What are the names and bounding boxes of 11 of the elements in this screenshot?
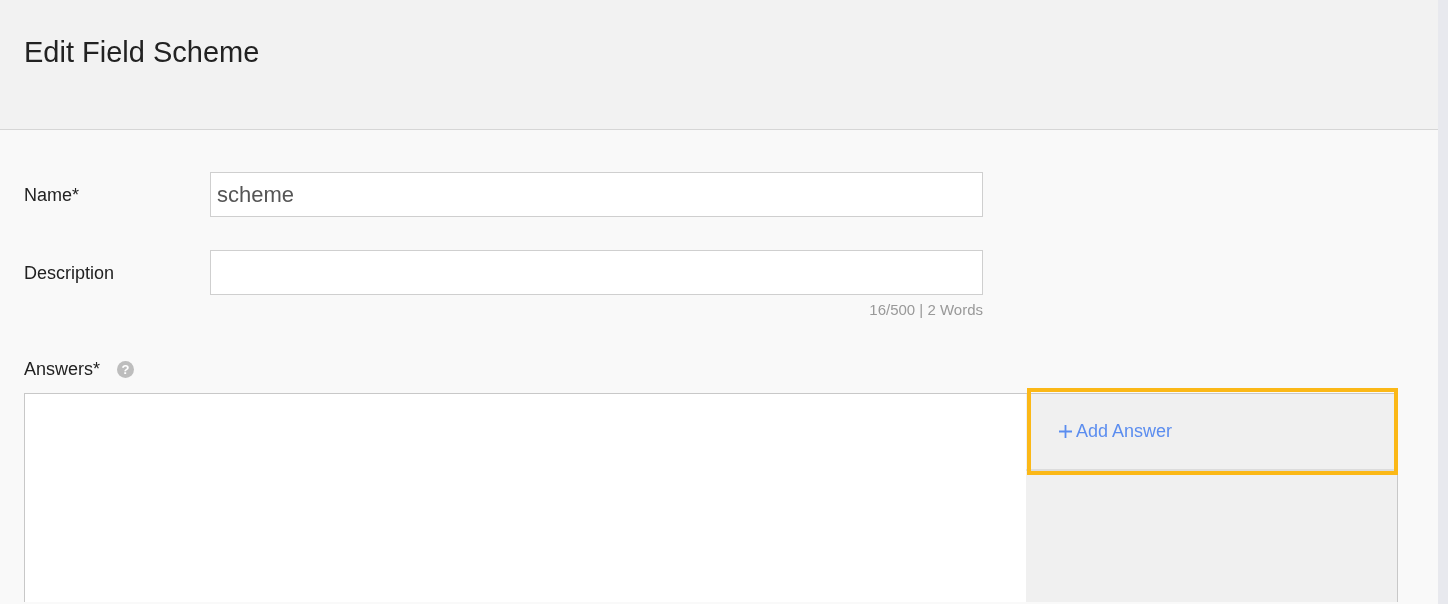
plus-icon — [1058, 424, 1073, 439]
character-counter: 16/500 | 2 Words — [869, 301, 983, 318]
field-label: Name* — [24, 183, 80, 206]
input-field[interactable] — [210, 250, 983, 295]
field-label: Description — [24, 261, 115, 284]
help-icon[interactable]: ? — [117, 360, 135, 378]
field-label: Answers* — [24, 358, 101, 380]
input-field[interactable]: scheme — [210, 172, 983, 217]
page-title: Edit Field Scheme — [24, 35, 260, 70]
add-answer-button[interactable]: Add Answer — [1058, 421, 1173, 442]
scrollbar[interactable] — [1438, 0, 1448, 604]
